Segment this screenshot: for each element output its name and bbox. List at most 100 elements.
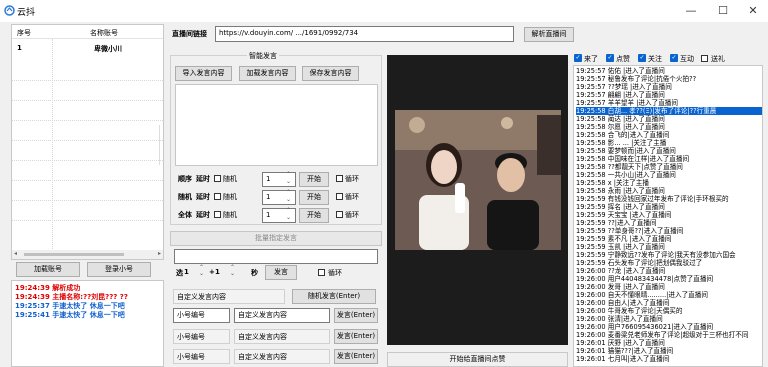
maximize-button[interactable]: ☐ bbox=[708, 2, 738, 20]
chat-message[interactable]: 19:25:58 ??都靓天下|点赞了直播间 bbox=[576, 163, 762, 171]
chat-message[interactable]: 19:25:58 中国味在江样|进入了直播间 bbox=[576, 155, 762, 163]
chat-message[interactable]: 19:26:01 猫猫???|进入了直播间 bbox=[576, 347, 762, 355]
chat-message[interactable]: 19:25:58 一共小山|进入了直播间 bbox=[576, 171, 762, 179]
chat-message[interactable]: 19:26:00 用户440483434478|点赞了直播间 bbox=[576, 275, 762, 283]
chat-message[interactable]: 19:25:58 影... ... |关注了主播 bbox=[576, 139, 762, 147]
scroll-right-icon[interactable]: ▸ bbox=[158, 250, 161, 257]
loop-checkbox[interactable] bbox=[336, 175, 343, 182]
live-chat-list[interactable]: 19:25:57 佑佑 |进入了直播间 19:25:57 秘鲁发布了评论|抗倦个火… bbox=[573, 65, 763, 367]
random-checkbox[interactable] bbox=[214, 193, 221, 200]
chat-message[interactable]: 19:25:57 秘鲁发布了评论|抗倦个火拍?? bbox=[576, 75, 762, 83]
random-checkbox[interactable] bbox=[214, 211, 221, 218]
chat-message[interactable]: 19:25:58 尔愿 |进入了直播间 bbox=[576, 123, 762, 131]
load-accounts-button[interactable]: 加载账号 bbox=[16, 262, 80, 277]
filter-checkbox-checked[interactable]: ✓ bbox=[638, 54, 646, 62]
plus-value[interactable]: 1 bbox=[215, 268, 220, 276]
start-button[interactable]: 开始 bbox=[299, 190, 329, 205]
chat-message[interactable]: 19:25:57 ??梦瑶 |进入了直播间 bbox=[576, 83, 762, 91]
start-button[interactable]: 开始 bbox=[299, 172, 329, 187]
account-id-input[interactable]: 小号编号 bbox=[173, 349, 230, 364]
stepper-icon[interactable]: ⌃ ⌄ bbox=[286, 189, 291, 203]
start-like-button[interactable]: 开始给直播间点赞 bbox=[387, 352, 568, 367]
chat-message[interactable]: 19:26:00 自天不懂眼晴.........|进入了直播间 bbox=[576, 291, 762, 299]
chat-message[interactable]: 19:26:01 厌野 |进入了直播间 bbox=[576, 339, 762, 347]
login-account-button[interactable]: 登录小号 bbox=[87, 262, 151, 277]
chat-message[interactable]: 19:26:00 牛哥发布了评论|天偶买的 bbox=[576, 307, 762, 315]
batch-speak-button[interactable]: 批量指定发言 bbox=[170, 231, 382, 246]
account-id-input[interactable]: 小号编号 bbox=[173, 329, 230, 344]
row-divider bbox=[12, 200, 163, 201]
send-button[interactable]: 发言 bbox=[265, 265, 297, 280]
chat-message[interactable]: 19:26:00 发哥 |进入了直播间 bbox=[576, 283, 762, 291]
filter-checkbox-unchecked[interactable] bbox=[701, 55, 708, 62]
send-enter-button[interactable]: 发言(Enter) bbox=[334, 308, 378, 323]
chat-message[interactable]: 19:25:58 合飞的|进入了直播间 bbox=[576, 131, 762, 139]
save-content-button[interactable]: 保存发言内容 bbox=[302, 66, 359, 81]
chat-message[interactable]: 19:25:59 天宝宝 |进入了直播间 bbox=[576, 211, 762, 219]
chat-message[interactable]: 19:25:59 宁静致远??发布了评论|我天有没参加六国会 bbox=[576, 251, 762, 259]
chat-message[interactable]: 19:26:00 自由人|进入了直播间 bbox=[576, 299, 762, 307]
stepper-icon[interactable]: ⌃ ⌄ bbox=[286, 171, 291, 185]
chat-message[interactable]: 19:25:58 永雨 |进入了直播间 bbox=[576, 187, 762, 195]
custom-content-input[interactable]: 自定义发言内容 bbox=[234, 329, 330, 344]
chat-message[interactable]: 19:25:58 白胡... 孝??(Ξ)|发布了评论|??行重晨 bbox=[576, 107, 762, 115]
log-text: 主播名称:??刘昆??? ?? bbox=[52, 293, 128, 301]
account-id-input[interactable]: 小号编号 bbox=[173, 308, 230, 323]
send-enter-button[interactable]: 发言(Enter) bbox=[334, 349, 378, 364]
stepper-icon[interactable]: ⌃ ⌄ bbox=[230, 265, 235, 277]
filter-checkbox-checked[interactable]: ✓ bbox=[574, 54, 582, 62]
vertical-scrollbar[interactable] bbox=[159, 125, 163, 165]
horizontal-scrollbar[interactable]: ◂ ▸ bbox=[12, 250, 163, 259]
chat-message[interactable]: 19:26:00 ??龙 |进入了直播间 bbox=[576, 267, 762, 275]
loop-checkbox[interactable] bbox=[336, 193, 343, 200]
custom-content-input[interactable]: 自定义发言内容 bbox=[234, 349, 330, 364]
chat-message[interactable]: 19:26:00 麦番梁兑老师发布了评论|超级对于三杯也打不同 bbox=[576, 331, 762, 339]
loop-checkbox[interactable] bbox=[318, 269, 325, 276]
chat-message[interactable]: 19:25:57 翩翩 |进入了直播间 bbox=[576, 91, 762, 99]
start-button[interactable]: 开始 bbox=[299, 208, 329, 223]
chat-time: 19:25:58 bbox=[576, 163, 606, 171]
load-content-button[interactable]: 加载发言内容 bbox=[239, 66, 296, 81]
chat-message[interactable]: 19:25:58 要梦顿而|进入了直播间 bbox=[576, 147, 762, 155]
random-send-button[interactable]: 随机发言(Enter) bbox=[292, 289, 376, 304]
filter-checkbox-checked[interactable]: ✓ bbox=[670, 54, 678, 62]
scrollbar-thumb[interactable] bbox=[24, 253, 124, 256]
chat-message[interactable]: 19:25:59 玉凯 |进入了直播间 bbox=[576, 243, 762, 251]
live-video-preview[interactable] bbox=[387, 55, 568, 345]
batch-input[interactable] bbox=[174, 249, 378, 264]
select-value[interactable]: 1 bbox=[184, 268, 189, 276]
scroll-left-icon[interactable]: ◂ bbox=[14, 250, 17, 257]
filter-checkbox-checked[interactable]: ✓ bbox=[606, 54, 614, 62]
stepper-icon[interactable]: ⌃ ⌄ bbox=[286, 207, 291, 221]
log-panel: 19:24:39 解析成功 19:24:39 主播名称:??刘昆??? ?? 1… bbox=[11, 280, 164, 367]
table-row[interactable]: 1 卑微小川 bbox=[12, 41, 163, 55]
chat-message[interactable]: 19:26:00 用户766095436021|进入了直播间 bbox=[576, 323, 762, 331]
chat-message[interactable]: 19:25:57 羊羊望羊 |进入了直播间 bbox=[576, 99, 762, 107]
chat-message[interactable]: 19:25:57 佑佑 |进入了直播间 bbox=[576, 67, 762, 75]
chat-message[interactable]: 19:26:01 七月叫|进入了直播间 bbox=[576, 355, 762, 363]
account-table[interactable]: 序号 名称账号 1 卑微小川 ◂ ▸ bbox=[11, 24, 164, 260]
chat-message[interactable]: 19:25:59 挥名 |进入了直播间 bbox=[576, 203, 762, 211]
chat-message[interactable]: 19:26:00 张清|进入了直播间 bbox=[576, 315, 762, 323]
chat-message[interactable]: 19:25:59 ??单身哥??|进入了直播间 bbox=[576, 227, 762, 235]
chat-message[interactable]: 19:25:59 素不凡 |进入了直播间 bbox=[576, 235, 762, 243]
minimize-button[interactable]: — bbox=[676, 2, 706, 20]
parse-room-button[interactable]: 解析直播间 bbox=[524, 27, 574, 42]
chat-message[interactable]: 19:25:58 x |关注了主播 bbox=[576, 179, 762, 187]
random-checkbox[interactable] bbox=[214, 175, 221, 182]
chat-message[interactable]: 19:25:58 蔺达 |进入了直播间 bbox=[576, 115, 762, 123]
chat-text: ??|进入了直播间 bbox=[607, 219, 657, 227]
import-content-button[interactable]: 导入发言内容 bbox=[175, 66, 232, 81]
chat-message[interactable]: 19:25:59 石头发布了评论|把划偶我驳过了 bbox=[576, 259, 762, 267]
close-button[interactable]: ✕ bbox=[738, 2, 768, 20]
stepper-icon[interactable]: ⌃ ⌄ bbox=[199, 265, 204, 277]
custom-content-input[interactable]: 自定义发言内容 bbox=[234, 308, 330, 323]
chat-time: 19:25:59 bbox=[576, 195, 606, 203]
room-url-input[interactable]: https://v.douyin.com/ .../1691/0992/734 bbox=[215, 26, 514, 42]
chat-message[interactable]: 19:25:59 ??|进入了直播间 bbox=[576, 219, 762, 227]
loop-checkbox[interactable] bbox=[336, 211, 343, 218]
custom-content-input[interactable]: 自定义发言内容 bbox=[173, 289, 285, 304]
send-enter-button[interactable]: 发言(Enter) bbox=[334, 329, 378, 344]
speech-content-textarea[interactable] bbox=[175, 84, 378, 166]
chat-message[interactable]: 19:25:59 有钱没钱回家过年发布了评论|手环根买的 bbox=[576, 195, 762, 203]
